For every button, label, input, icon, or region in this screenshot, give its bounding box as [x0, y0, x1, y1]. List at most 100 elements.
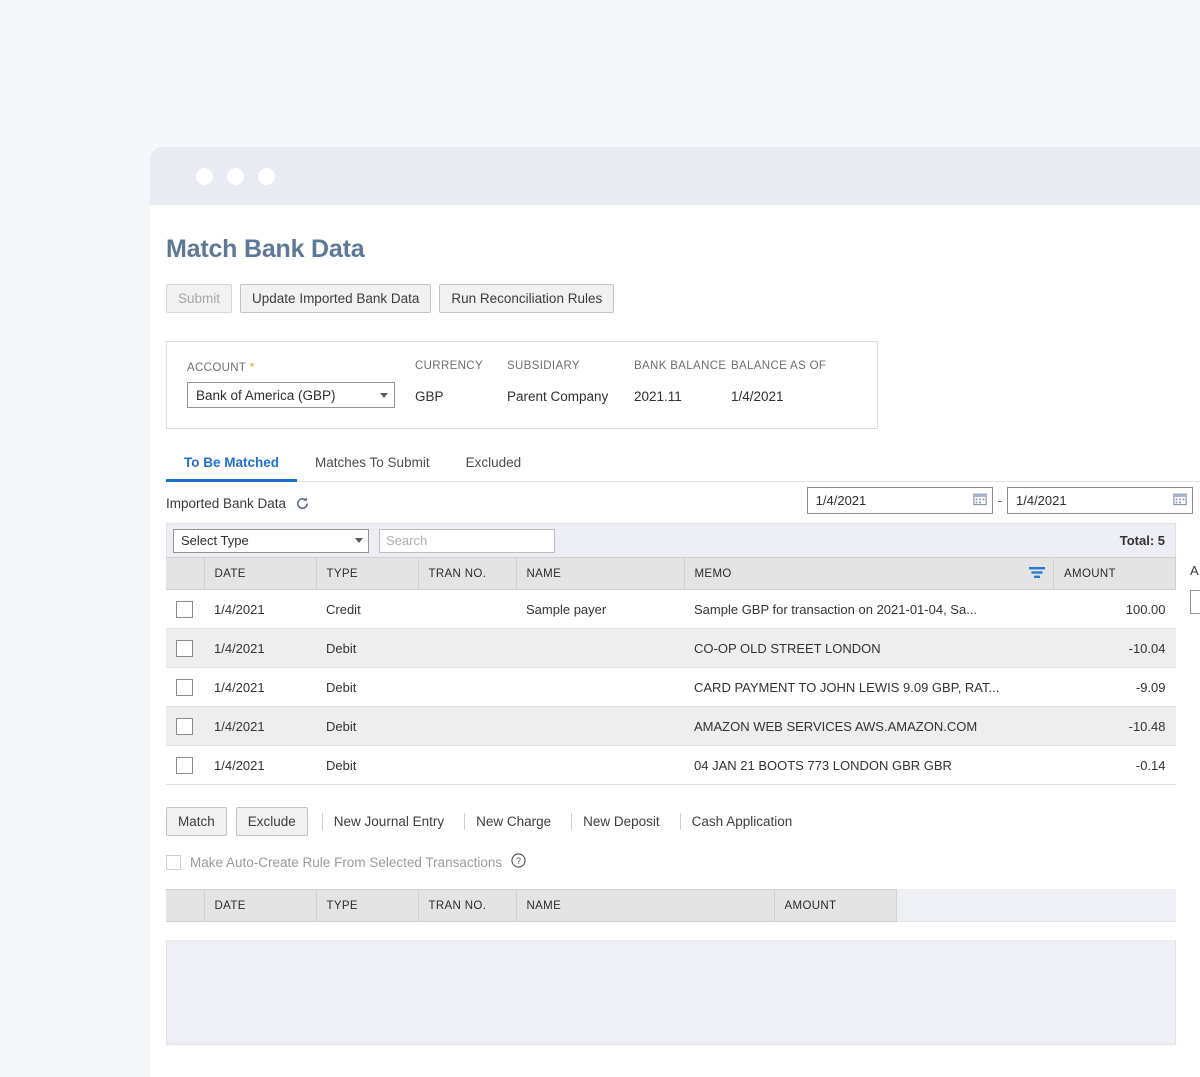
new-journal-entry-link[interactable]: New Journal Entry: [321, 813, 455, 830]
window-dot-maximize[interactable]: [258, 167, 275, 185]
matches-header-type[interactable]: TYPE: [316, 889, 419, 922]
balance-as-of-value: 1/4/2021: [731, 389, 784, 404]
matches-select-all-header[interactable]: [166, 889, 205, 922]
cell-tran-no: [418, 667, 516, 707]
header-name[interactable]: NAME: [516, 557, 685, 590]
account-select[interactable]: Bank of America (GBP): [187, 382, 395, 408]
cell-name: Sample payer: [516, 589, 684, 629]
row-checkbox[interactable]: [176, 678, 193, 696]
window-dot-minimize[interactable]: [227, 167, 244, 185]
date-to-field[interactable]: 1/4/2021: [1007, 487, 1193, 514]
account-select-value: Bank of America (GBP): [196, 387, 336, 403]
table-row[interactable]: 1/4/2021 Debit 04 JAN 21 BOOTS 773 LONDO…: [166, 745, 1176, 785]
refresh-icon[interactable]: [295, 496, 310, 511]
filter-icon[interactable]: [1029, 566, 1045, 582]
side-panel-partial-label: A: [1190, 563, 1199, 578]
matches-table: DATE TYPE TRAN NO. NAME AMOUNT: [166, 889, 1176, 922]
cell-tran-no: [418, 589, 516, 629]
table-row[interactable]: 1/4/2021 Debit CO-OP OLD STREET LONDON -…: [166, 628, 1176, 668]
row-checkbox-cell[interactable]: [166, 589, 204, 629]
cell-type: Debit: [316, 745, 418, 785]
subsidiary-label: SUBSIDIARY: [507, 360, 580, 372]
match-button[interactable]: Match: [166, 807, 227, 836]
cell-memo: CARD PAYMENT TO JOHN LEWIS 9.09 GBP, RAT…: [684, 667, 1054, 707]
cell-name: [516, 706, 684, 746]
auto-create-rule-row: Make Auto-Create Rule From Selected Tran…: [166, 853, 1200, 871]
row-checkbox[interactable]: [176, 717, 193, 735]
date-from-field[interactable]: 1/4/2021: [806, 487, 993, 514]
window-title-bar: [150, 147, 1200, 205]
cell-amount: -10.04: [1053, 628, 1176, 668]
cell-name: [516, 667, 684, 707]
new-deposit-link[interactable]: New Deposit: [571, 813, 671, 830]
cell-amount: -0.14: [1053, 745, 1176, 785]
type-select-value: Select Type: [181, 533, 249, 548]
submit-button[interactable]: Submit: [166, 284, 233, 313]
help-icon[interactable]: ?: [511, 853, 526, 871]
subsidiary-value: Parent Company: [507, 389, 609, 404]
required-asterisk: *: [249, 360, 255, 374]
table-row[interactable]: 1/4/2021 Debit AMAZON WEB SERVICES AWS.A…: [166, 706, 1176, 746]
chevron-down-icon: [380, 392, 388, 398]
type-select[interactable]: Select Type: [173, 528, 369, 553]
cell-tran-no: [418, 745, 516, 785]
window-dot-close[interactable]: [196, 167, 213, 185]
cell-memo: CO-OP OLD STREET LONDON: [684, 628, 1054, 668]
row-checkbox[interactable]: [176, 756, 193, 774]
cell-date: 1/4/2021: [204, 667, 316, 707]
auto-create-rule-label: Make Auto-Create Rule From Selected Tran…: [190, 854, 503, 870]
row-checkbox[interactable]: [176, 600, 193, 618]
matches-header-spacer: [896, 889, 1176, 922]
row-checkbox[interactable]: [176, 639, 193, 657]
calendar-icon[interactable]: [973, 492, 987, 509]
row-checkbox-cell[interactable]: [166, 628, 204, 668]
bank-balance-value: 2021.11: [634, 389, 682, 404]
update-imported-bank-data-button[interactable]: Update Imported Bank Data: [240, 284, 432, 313]
window-content: Match Bank Data Submit Update Imported B…: [150, 205, 1200, 1077]
auto-create-rule-checkbox[interactable]: [166, 854, 181, 870]
cell-name: [516, 628, 684, 668]
matches-empty-area: [166, 940, 1176, 1045]
table-row[interactable]: 1/4/2021 Credit Sample payer Sample GBP …: [166, 589, 1176, 629]
matches-header-name[interactable]: NAME: [516, 889, 775, 922]
account-select-wrap: Bank of America (GBP): [187, 382, 415, 408]
chevron-down-icon: [355, 538, 363, 543]
row-checkbox-cell[interactable]: [166, 745, 204, 785]
matches-header-date[interactable]: DATE: [204, 889, 317, 922]
header-memo[interactable]: MEMO: [684, 557, 1054, 590]
cash-application-link[interactable]: Cash Application: [679, 813, 804, 830]
new-charge-link[interactable]: New Charge: [464, 813, 562, 830]
tab-excluded[interactable]: Excluded: [448, 455, 540, 482]
app-window: Match Bank Data Submit Update Imported B…: [150, 147, 1200, 1077]
tab-bar: To Be Matched Matches To Submit Excluded: [166, 455, 1200, 482]
header-date[interactable]: DATE: [204, 557, 317, 590]
matches-header-tran-no[interactable]: TRAN NO.: [418, 889, 517, 922]
cell-name: [516, 745, 684, 785]
matches-header-row: DATE TYPE TRAN NO. NAME AMOUNT: [166, 889, 1176, 922]
date-range-separator: -: [997, 493, 1002, 508]
cell-date: 1/4/2021: [204, 706, 316, 746]
row-checkbox-cell[interactable]: [166, 667, 204, 707]
tab-matches-to-submit[interactable]: Matches To Submit: [297, 455, 448, 482]
calendar-icon[interactable]: [1173, 492, 1187, 509]
header-type[interactable]: TYPE: [316, 557, 419, 590]
row-checkbox-cell[interactable]: [166, 706, 204, 746]
cell-tran-no: [418, 706, 516, 746]
exclude-button[interactable]: Exclude: [235, 807, 308, 836]
run-reconciliation-rules-button[interactable]: Run Reconciliation Rules: [439, 284, 615, 313]
tab-to-be-matched[interactable]: To Be Matched: [166, 455, 298, 482]
table-row[interactable]: 1/4/2021 Debit CARD PAYMENT TO JOHN LEWI…: [166, 667, 1176, 707]
search-input[interactable]: [379, 528, 555, 553]
side-panel-partial-field[interactable]: [1190, 590, 1200, 614]
transactions-table: DATE TYPE TRAN NO. NAME MEMO AMOUNT 1/4/…: [166, 557, 1176, 785]
header-tran-no[interactable]: TRAN NO.: [418, 557, 517, 590]
matches-header-amount[interactable]: AMOUNT: [774, 889, 897, 922]
select-all-header[interactable]: [166, 557, 205, 590]
filter-bar: Select Type Total: 5: [166, 523, 1176, 557]
match-action-bar: Match Exclude New Journal Entry New Char…: [166, 807, 1176, 836]
account-info-panel: ACCOUNT * CURRENCY SUBSIDIARY BANK BALAN…: [166, 341, 878, 429]
cell-type: Credit: [316, 589, 418, 629]
cell-amount: 100.00: [1053, 589, 1176, 629]
side-panel-cutoff: A: [1190, 563, 1200, 614]
header-amount[interactable]: AMOUNT: [1053, 557, 1176, 590]
